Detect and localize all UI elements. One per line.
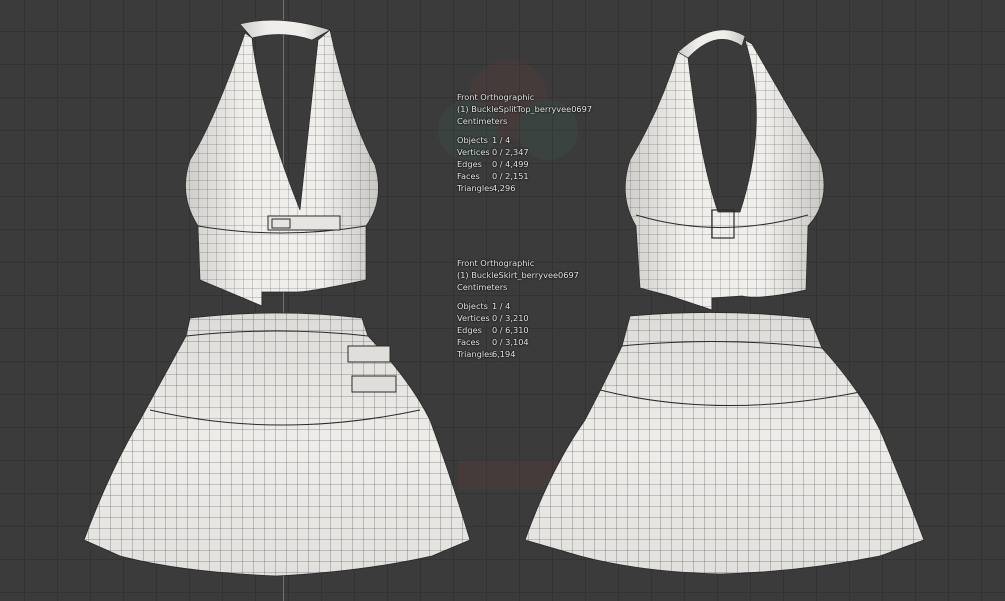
left-top-mesh: [185, 19, 379, 307]
stat-row-faces: Faces 0 / 3,104: [457, 337, 529, 347]
stats-list: Objects 1 / 4 Vertices 0 / 3,210 Edges 0 / …: [457, 300, 579, 360]
stats-list: Objects 1 / 4 Vertices 0 / 2,347 Edges 0 / …: [457, 134, 592, 194]
left-skirt-mesh: [83, 312, 471, 577]
stats-overlay-skirt: Front Orthographic (1) BuckleSkirt_berry…: [457, 257, 579, 360]
stat-row-edges: Edges 0 / 6,310: [457, 325, 529, 335]
units-label: Centimeters: [457, 116, 508, 126]
stat-row-vertices: Vertices 0 / 2,347: [457, 147, 529, 157]
object-name: (1) BuckleSplitTop_berryvee0697: [457, 104, 593, 114]
stat-row-objects: Objects 1 / 4: [457, 135, 511, 145]
right-top-mesh: [624, 29, 825, 311]
object-name: (1) BuckleSkirt_berryvee0697: [457, 270, 579, 280]
stat-row-vertices: Vertices 0 / 3,210: [457, 313, 529, 323]
3d-viewport[interactable]: Front Orthographic (1) BuckleSplitTop_be…: [0, 0, 1005, 601]
stat-row-triangles: Triangles 4,296: [457, 183, 516, 193]
stat-row-objects: Objects 1 / 4: [457, 301, 511, 311]
stat-row-faces: Faces 0 / 2,151: [457, 171, 529, 181]
units-label: Centimeters: [457, 282, 508, 292]
view-name: Front Orthographic: [457, 92, 535, 102]
stat-row-edges: Edges 0 / 4,499: [457, 159, 529, 169]
right-skirt-mesh: [524, 312, 925, 575]
stat-row-triangles: Triangles 6,194: [457, 349, 516, 359]
stats-overlay-top: Front Orthographic (1) BuckleSplitTop_be…: [457, 91, 592, 194]
view-name: Front Orthographic: [457, 258, 535, 268]
